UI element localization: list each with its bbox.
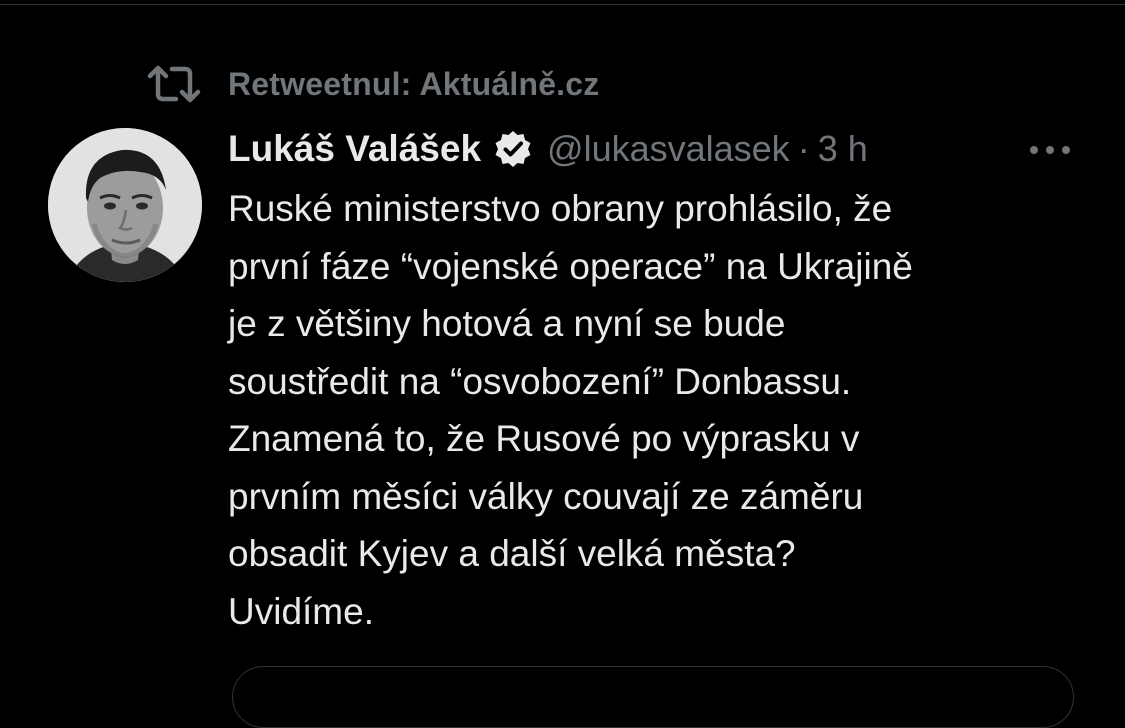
avatar[interactable]	[48, 128, 202, 282]
header-separator: ·	[797, 128, 810, 169]
tweet-text: Ruské ministerstvo obrany prohlásilo, že…	[228, 180, 1108, 640]
tweet-text-line: prvním měsíci války couvají ze záměru	[228, 475, 864, 517]
tweet-timestamp[interactable]: 3 h	[818, 128, 868, 170]
tweet-text-line: obsadit Kyjev a další velká města?	[228, 533, 796, 574]
author-handle[interactable]: @lukasvalasek	[547, 128, 790, 170]
verified-badge-icon[interactable]	[493, 129, 533, 169]
more-options-button[interactable]	[1024, 130, 1076, 170]
tweet-text-line: soustředit na “osvobození” Donbassu.	[228, 360, 852, 402]
retweet-icon	[147, 65, 201, 103]
retweet-context[interactable]: Retweetnul: Aktuálně.cz	[146, 62, 599, 106]
more-options-icon	[1030, 146, 1070, 154]
tweet-header: Lukáš Valášek @lukasvalasek · 3 h	[228, 124, 1088, 174]
tweet-text-line: první fáze “vojenské operace” na Ukrajin…	[228, 245, 913, 287]
top-divider	[0, 4, 1125, 5]
retweet-label: Retweetnul: Aktuálně.cz	[228, 65, 600, 102]
avatar-photo	[48, 128, 202, 282]
quoted-card[interactable]	[232, 666, 1074, 728]
tweet-text-line: je z většiny hotová a nyní se bude	[228, 303, 786, 344]
tweet-text-line: Ruské ministerstvo obrany prohlásilo, že	[228, 188, 893, 229]
tweet-text-line: Uvidíme.	[228, 590, 374, 632]
tweet-text-line: Znamená to, že Rusové po výprasku v	[228, 418, 860, 459]
author-display-name[interactable]: Lukáš Valášek	[228, 128, 481, 170]
